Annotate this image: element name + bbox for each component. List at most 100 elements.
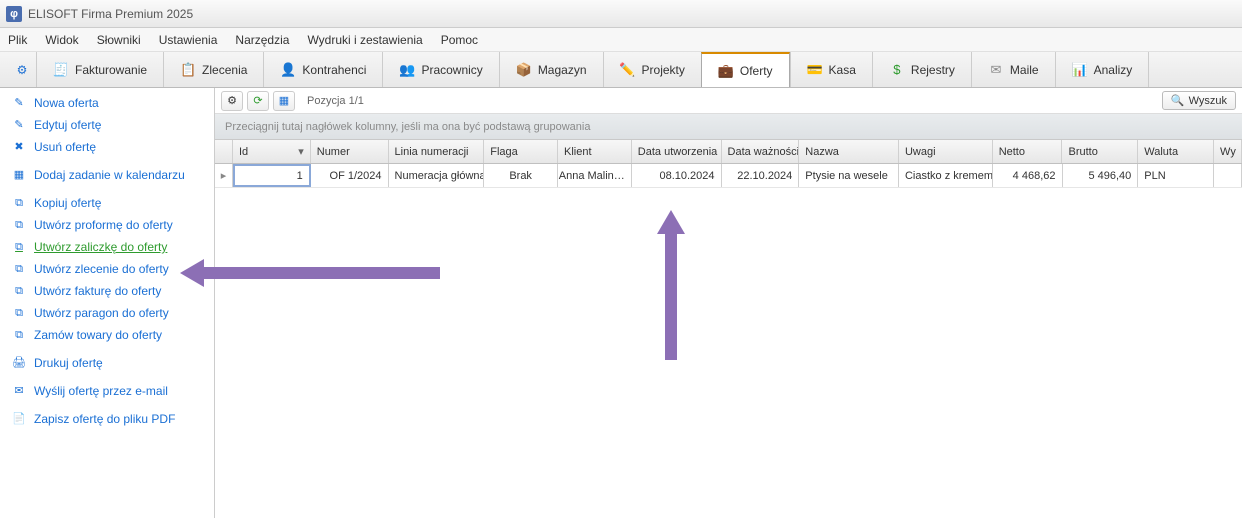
cell-id[interactable]: 1 <box>233 164 311 187</box>
col-netto[interactable]: Netto <box>993 140 1063 163</box>
menu-wydruki-i-zestawienia[interactable]: Wydruki i zestawienia <box>307 33 422 47</box>
sidebar-label: Utwórz zaliczkę do oferty <box>34 239 167 255</box>
sidebar-item-utwórz-paragon-do-oferty[interactable]: ⧉ Utwórz paragon do oferty <box>0 302 214 324</box>
kontrahenci-icon: 👤 <box>280 62 296 78</box>
col-klient[interactable]: Klient <box>558 140 632 163</box>
sidebar-item-nowa-oferta[interactable]: ✎Nowa oferta <box>0 92 214 114</box>
toolbar-tabs: ⚙ 🧾 Fakturowanie 📋Zlecenia👤Kontrahenci 👥 Pra… <box>0 52 1242 88</box>
table-row[interactable]: ▸ 1 OF 1/2024 Numeracja główna Brak Anna… <box>215 164 1242 188</box>
menu-plik[interactable]: Plik <box>8 33 27 47</box>
sidebar-item-utwórz-zlecenie-do-oferty[interactable]: ⧉Utwórz zlecenie do oferty <box>0 258 214 280</box>
col-brutto[interactable]: Brutto <box>1062 140 1138 163</box>
cell-brutto: 5 496,40 <box>1063 164 1139 187</box>
search-button[interactable]: 🔍 Wyszuk <box>1162 91 1236 110</box>
sidebar-item-usuń-ofertę[interactable]: ✖Usuń ofertę <box>0 136 214 158</box>
sidebar-label: Zamów towary do oferty <box>34 327 162 343</box>
cell-waluta: PLN <box>1138 164 1214 187</box>
cog-button[interactable]: ⚙ <box>221 91 243 111</box>
col-wy[interactable]: Wy <box>1214 140 1242 163</box>
tab-maile[interactable]: ✉Maile <box>971 52 1055 87</box>
sidebar-item-zapisz-ofertę-do-pliku-pdf[interactable]: 📄Zapisz ofertę do pliku PDF <box>0 408 214 430</box>
gear-icon[interactable]: ⚙ <box>8 52 36 87</box>
sidebar-label: Utwórz zlecenie do oferty <box>34 261 169 277</box>
pracownicy-icon: 👥 <box>399 62 415 78</box>
tab-pracownicy[interactable]: 👥 Pracownicy <box>382 52 498 87</box>
sidebar-icon: 🖨 <box>12 356 26 370</box>
sidebar-item-dodaj-zadanie-w-kalendarzu[interactable]: ▦Dodaj zadanie w kalendarzu <box>0 164 214 186</box>
columns-button[interactable]: ▦ <box>273 91 295 111</box>
tab-oferty[interactable]: 💼 Oferty <box>701 52 790 87</box>
sidebar-item-edytuj-ofertę[interactable]: ✎Edytuj ofertę <box>0 114 214 136</box>
sidebar-label: Edytuj ofertę <box>34 117 101 133</box>
refresh-button[interactable]: ⟳ <box>247 91 269 111</box>
sidebar: ✎Nowa oferta✎Edytuj ofertę✖Usuń ofertę ▦D… <box>0 88 215 518</box>
sidebar-icon: ⧉ <box>12 284 26 298</box>
tab-analizy[interactable]: 📊Analizy <box>1055 52 1150 87</box>
sidebar-label: Utwórz proformę do oferty <box>34 217 173 233</box>
sidebar-label: Drukuj ofertę <box>34 355 103 371</box>
col-id[interactable]: Id▾ <box>233 140 311 163</box>
cell-uwagi: Ciastko z kremem <box>899 164 993 187</box>
sidebar-item-drukuj-ofertę[interactable]: 🖨 Drukuj ofertę <box>0 352 214 374</box>
col-uwagi[interactable]: Uwagi <box>899 140 993 163</box>
sidebar-item-zamów-towary-do-oferty[interactable]: ⧉ Zamów towary do oferty <box>0 324 214 346</box>
sidebar-item-kopiuj-ofertę[interactable]: ⧉Kopiuj ofertę <box>0 192 214 214</box>
tab-label: Projekty <box>642 63 685 77</box>
app-title: ELISOFT Firma Premium 2025 <box>28 7 193 21</box>
cell-nazwa: Ptysie na wesele <box>799 164 899 187</box>
tab-label: Pracownicy <box>421 63 482 77</box>
tab-label: Maile <box>1010 63 1039 77</box>
menu-widok[interactable]: Widok <box>45 33 78 47</box>
tab-label: Fakturowanie <box>75 63 147 77</box>
menu-narzędzia[interactable]: Narzędzia <box>235 33 289 47</box>
menu-pomoc[interactable]: Pomoc <box>441 33 478 47</box>
menubar: Plik Widok Słowniki Ustawienia Narzędzia Wydr… <box>0 28 1242 52</box>
tab-kasa[interactable]: 💳 Kasa <box>790 52 872 87</box>
tab-fakturowanie[interactable]: 🧾 Fakturowanie <box>36 52 163 87</box>
sidebar-item-utwórz-fakturę-do-oferty[interactable]: ⧉Utwórz fakturę do oferty <box>0 280 214 302</box>
oferty-icon: 💼 <box>718 63 734 79</box>
cell-wy <box>1214 164 1242 187</box>
sidebar-item-wyślij-ofertę-przez-e-mail[interactable]: ✉Wyślij ofertę przez e-mail <box>0 380 214 402</box>
sidebar-icon: 📄 <box>12 412 26 426</box>
kasa-icon: 💳 <box>807 62 823 78</box>
row-indicator-col <box>215 140 233 163</box>
position-label: Pozycja 1/1 <box>307 95 364 107</box>
tab-label: Oferty <box>740 64 773 78</box>
col-nazwa[interactable]: Nazwa <box>799 140 899 163</box>
sidebar-icon: ⧉ <box>12 328 26 342</box>
col-waluta[interactable]: Waluta <box>1138 140 1214 163</box>
projekty-icon: ✏️ <box>620 62 636 78</box>
col-data-waznosci[interactable]: Data ważności <box>722 140 800 163</box>
rejestry-icon: $ <box>889 62 905 78</box>
sidebar-icon: ⧉ <box>12 306 26 320</box>
tab-label: Kasa <box>829 63 856 77</box>
menu-słowniki[interactable]: Słowniki <box>97 33 141 47</box>
col-numer[interactable]: Numer <box>311 140 389 163</box>
sidebar-label: Usuń ofertę <box>34 139 96 155</box>
app-icon: φ <box>6 6 22 22</box>
titlebar: φ ELISOFT Firma Premium 2025 <box>0 0 1242 28</box>
tab-magazyn[interactable]: 📦Magazyn <box>499 52 603 87</box>
search-label: Wyszuk <box>1189 95 1227 107</box>
grid-header: Id▾ Numer Linia numeracji Flaga Klient D… <box>215 140 1242 164</box>
tab-rejestry[interactable]: $ Rejestry <box>872 52 971 87</box>
col-flaga[interactable]: Flaga <box>484 140 558 163</box>
sidebar-icon: ⧉ <box>12 196 26 210</box>
sidebar-label: Utwórz paragon do oferty <box>34 305 169 321</box>
main-panel: ⚙ ⟳ ▦ Pozycja 1/1 🔍 Wyszuk Przeciągnij t… <box>215 88 1242 518</box>
sidebar-item-utwórz-proformę-do-oferty[interactable]: ⧉Utwórz proformę do oferty <box>0 214 214 236</box>
group-drop-area[interactable]: Przeciągnij tutaj nagłówek kolumny, jeśl… <box>215 114 1242 140</box>
tab-projekty[interactable]: ✏️ Projekty <box>603 52 701 87</box>
fakturowanie-icon: 🧾 <box>53 62 69 78</box>
tab-kontrahenci[interactable]: 👤Kontrahenci <box>263 52 382 87</box>
menu-ustawienia[interactable]: Ustawienia <box>159 33 218 47</box>
col-data-utworzenia[interactable]: Data utworzenia <box>632 140 722 163</box>
sidebar-label: Dodaj zadanie w kalendarzu <box>34 167 185 183</box>
sidebar-item-utwórz-zaliczkę-do-oferty[interactable]: ⧉Utwórz zaliczkę do oferty <box>0 236 214 258</box>
tab-zlecenia[interactable]: 📋Zlecenia <box>163 52 263 87</box>
col-linia[interactable]: Linia numeracji <box>389 140 485 163</box>
row-indicator-icon: ▸ <box>215 164 233 187</box>
tab-label: Rejestry <box>911 63 955 77</box>
cell-netto: 4 468,62 <box>993 164 1063 187</box>
